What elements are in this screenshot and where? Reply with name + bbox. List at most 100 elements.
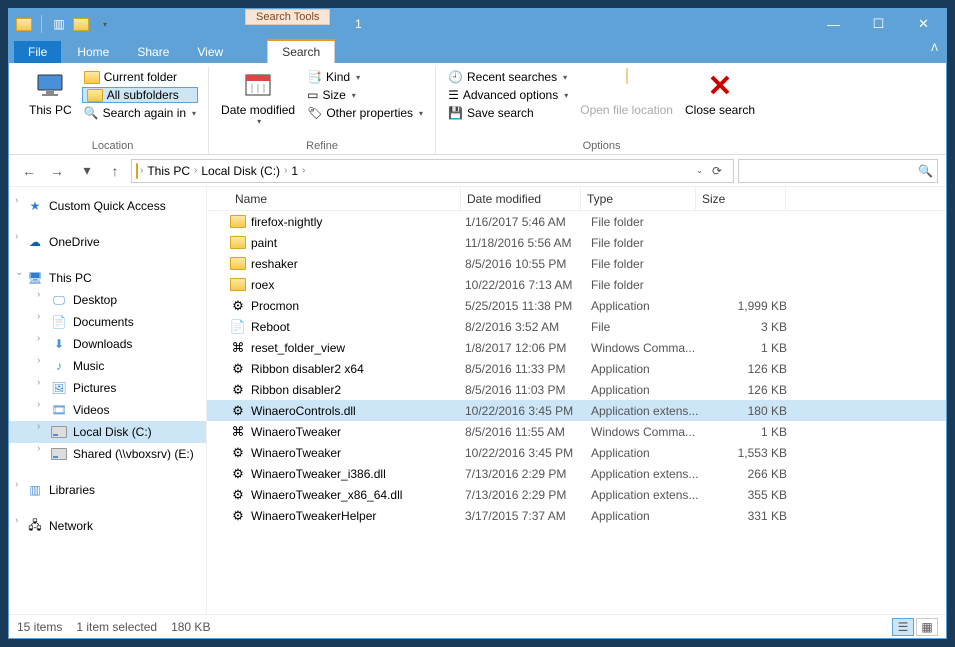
window-title: 1	[355, 17, 362, 31]
file-row[interactable]: ⚙WinaeroTweaker_x86_64.dll7/13/2016 2:29…	[207, 484, 946, 505]
app-icon: ⚙	[229, 361, 247, 377]
expand-icon[interactable]: ›	[37, 421, 40, 432]
file-row[interactable]: ⚙Ribbon disabler28/5/2016 11:03 PMApplic…	[207, 379, 946, 400]
tree-quick-access[interactable]: ★Custom Quick Access	[9, 195, 206, 217]
expand-icon[interactable]: ›	[15, 231, 18, 242]
back-button[interactable]: ←	[17, 159, 41, 183]
file-list[interactable]: firefox-nightly1/16/2017 5:46 AMFile fol…	[207, 211, 946, 614]
thumbnails-view-button[interactable]: ▦	[916, 618, 938, 636]
cmd-icon: ⌘	[229, 340, 247, 356]
breadcrumb-seg[interactable]: This PC	[145, 164, 192, 178]
file-row[interactable]: ⚙WinaeroControls.dll10/22/2016 3:45 PMAp…	[207, 400, 946, 421]
file-row[interactable]: paint11/18/2016 5:56 AMFile folder	[207, 232, 946, 253]
other-properties-button[interactable]: 🏷Other properties▾	[305, 105, 425, 121]
expand-icon[interactable]: ›	[37, 443, 40, 454]
tab-home[interactable]: Home	[63, 41, 123, 63]
close-search-button[interactable]: Close search	[679, 67, 761, 119]
refresh-button[interactable]: ⟳	[705, 164, 729, 178]
tree-onedrive[interactable]: ☁OneDrive	[9, 231, 206, 253]
properties-icon[interactable]: ▥	[50, 15, 68, 33]
cell-date: 7/13/2016 2:29 PM	[465, 467, 591, 481]
advanced-options-button[interactable]: ☰Advanced options▾	[446, 87, 570, 103]
file-row[interactable]: reshaker8/5/2016 10:55 PMFile folder	[207, 253, 946, 274]
cell-name: WinaeroTweaker_x86_64.dll	[251, 488, 465, 502]
save-search-button[interactable]: 💾Save search	[446, 105, 570, 121]
expand-icon[interactable]: ›	[37, 355, 40, 366]
qat-dropdown-icon[interactable]: ▾	[96, 15, 114, 33]
collapse-icon[interactable]: ⌄	[15, 267, 23, 278]
maximize-button[interactable]: ☐	[856, 10, 901, 39]
tree-network[interactable]: 🖧Network	[9, 515, 206, 537]
file-row[interactable]: ⚙WinaeroTweakerHelper3/17/2015 7:37 AMAp…	[207, 505, 946, 526]
date-modified-button[interactable]: Date modified▾	[215, 67, 301, 128]
cell-name: Ribbon disabler2 x64	[251, 362, 465, 376]
tab-view[interactable]: View	[183, 41, 237, 63]
cell-type: File	[591, 320, 713, 334]
collapse-ribbon-icon[interactable]: ᐱ	[931, 43, 938, 54]
cmd-icon: ⌘	[229, 424, 247, 440]
app-icon: ⚙	[229, 508, 247, 524]
folder-type-icon: 📄	[51, 314, 67, 330]
this-pc-button[interactable]: This PC	[23, 67, 78, 119]
contextual-tab-label: Search Tools	[245, 9, 330, 25]
col-name[interactable]: Name	[229, 187, 461, 210]
close-button[interactable]: ✕	[901, 10, 946, 39]
tree-libraries[interactable]: ▥Libraries	[9, 479, 206, 501]
file-row[interactable]: ⚙WinaeroTweaker_i386.dll7/13/2016 2:29 P…	[207, 463, 946, 484]
history-dropdown-icon[interactable]: ▾	[75, 159, 99, 183]
all-subfolders-button[interactable]: All subfolders	[82, 87, 198, 103]
calendar-icon	[242, 69, 274, 101]
expand-icon[interactable]: ›	[15, 479, 18, 490]
breadcrumb-dropdown-icon[interactable]: ⌄	[696, 166, 703, 175]
search-again-in-button[interactable]: 🔍Search again in▾	[82, 105, 198, 121]
file-row[interactable]: ⌘WinaeroTweaker8/5/2016 11:55 AMWindows …	[207, 421, 946, 442]
expand-icon[interactable]: ›	[37, 289, 40, 300]
folder-type-icon: ⬇	[51, 336, 67, 352]
current-folder-button[interactable]: Current folder	[82, 69, 198, 85]
tab-file[interactable]: File	[14, 41, 61, 63]
col-size[interactable]: Size	[696, 187, 786, 210]
tree-item-label: Music	[73, 359, 104, 373]
file-row[interactable]: 📄Reboot8/2/2016 3:52 AMFile3 KB	[207, 316, 946, 337]
up-button[interactable]: ↑	[103, 159, 127, 183]
details-view-button[interactable]: ☰	[892, 618, 914, 636]
new-folder-icon[interactable]	[72, 15, 90, 33]
size-button[interactable]: ▭Size▾	[305, 87, 425, 103]
col-date[interactable]: Date modified	[461, 187, 581, 210]
breadcrumb[interactable]: › This PC › Local Disk (C:) › 1 › ⌄ ⟳	[131, 159, 734, 183]
cell-name: Ribbon disabler2	[251, 383, 465, 397]
expand-icon[interactable]: ›	[37, 377, 40, 388]
cell-date: 10/22/2016 3:45 PM	[465, 404, 591, 418]
cell-name: paint	[251, 236, 465, 250]
cell-type: Application	[591, 446, 713, 460]
nav-tree[interactable]: › ★Custom Quick Access › ☁OneDrive ⌄ 🖥Th…	[9, 187, 207, 614]
file-row[interactable]: ⚙Ribbon disabler2 x648/5/2016 11:33 PMAp…	[207, 358, 946, 379]
expand-icon[interactable]: ›	[37, 333, 40, 344]
expand-icon[interactable]: ›	[15, 515, 18, 526]
minimize-button[interactable]: —	[811, 10, 856, 39]
cell-name: WinaeroTweaker_i386.dll	[251, 467, 465, 481]
expand-icon[interactable]: ›	[37, 399, 40, 410]
breadcrumb-seg[interactable]: 1	[289, 164, 300, 178]
file-row[interactable]: roex10/22/2016 7:13 AMFile folder	[207, 274, 946, 295]
cell-size: 1 KB	[713, 341, 797, 355]
cell-type: File folder	[591, 236, 713, 250]
cell-size: 3 KB	[713, 320, 797, 334]
file-row[interactable]: ⚙Procmon5/25/2015 11:38 PMApplication1,9…	[207, 295, 946, 316]
kind-button[interactable]: 📑Kind▾	[305, 69, 425, 85]
ribbon-tabs: File Home Share View Search ᐱ ?	[9, 39, 946, 63]
file-row[interactable]: ⚙WinaeroTweaker10/22/2016 3:45 PMApplica…	[207, 442, 946, 463]
expand-icon[interactable]: ›	[37, 311, 40, 322]
search-input[interactable]: 🔍	[738, 159, 938, 183]
tree-this-pc[interactable]: 🖥This PC	[9, 267, 206, 289]
col-type[interactable]: Type	[581, 187, 696, 210]
tab-share[interactable]: Share	[123, 41, 183, 63]
file-row[interactable]: firefox-nightly1/16/2017 5:46 AMFile fol…	[207, 211, 946, 232]
tab-search[interactable]: Search	[267, 40, 335, 63]
expand-icon[interactable]: ›	[15, 195, 18, 206]
size-icon: ▭	[307, 88, 318, 102]
file-row[interactable]: ⌘reset_folder_view1/8/2017 12:06 PMWindo…	[207, 337, 946, 358]
recent-searches-button[interactable]: 🕘Recent searches▾	[446, 69, 570, 85]
breadcrumb-seg[interactable]: Local Disk (C:)	[199, 164, 282, 178]
folder-type-icon: 🖼	[51, 380, 67, 396]
